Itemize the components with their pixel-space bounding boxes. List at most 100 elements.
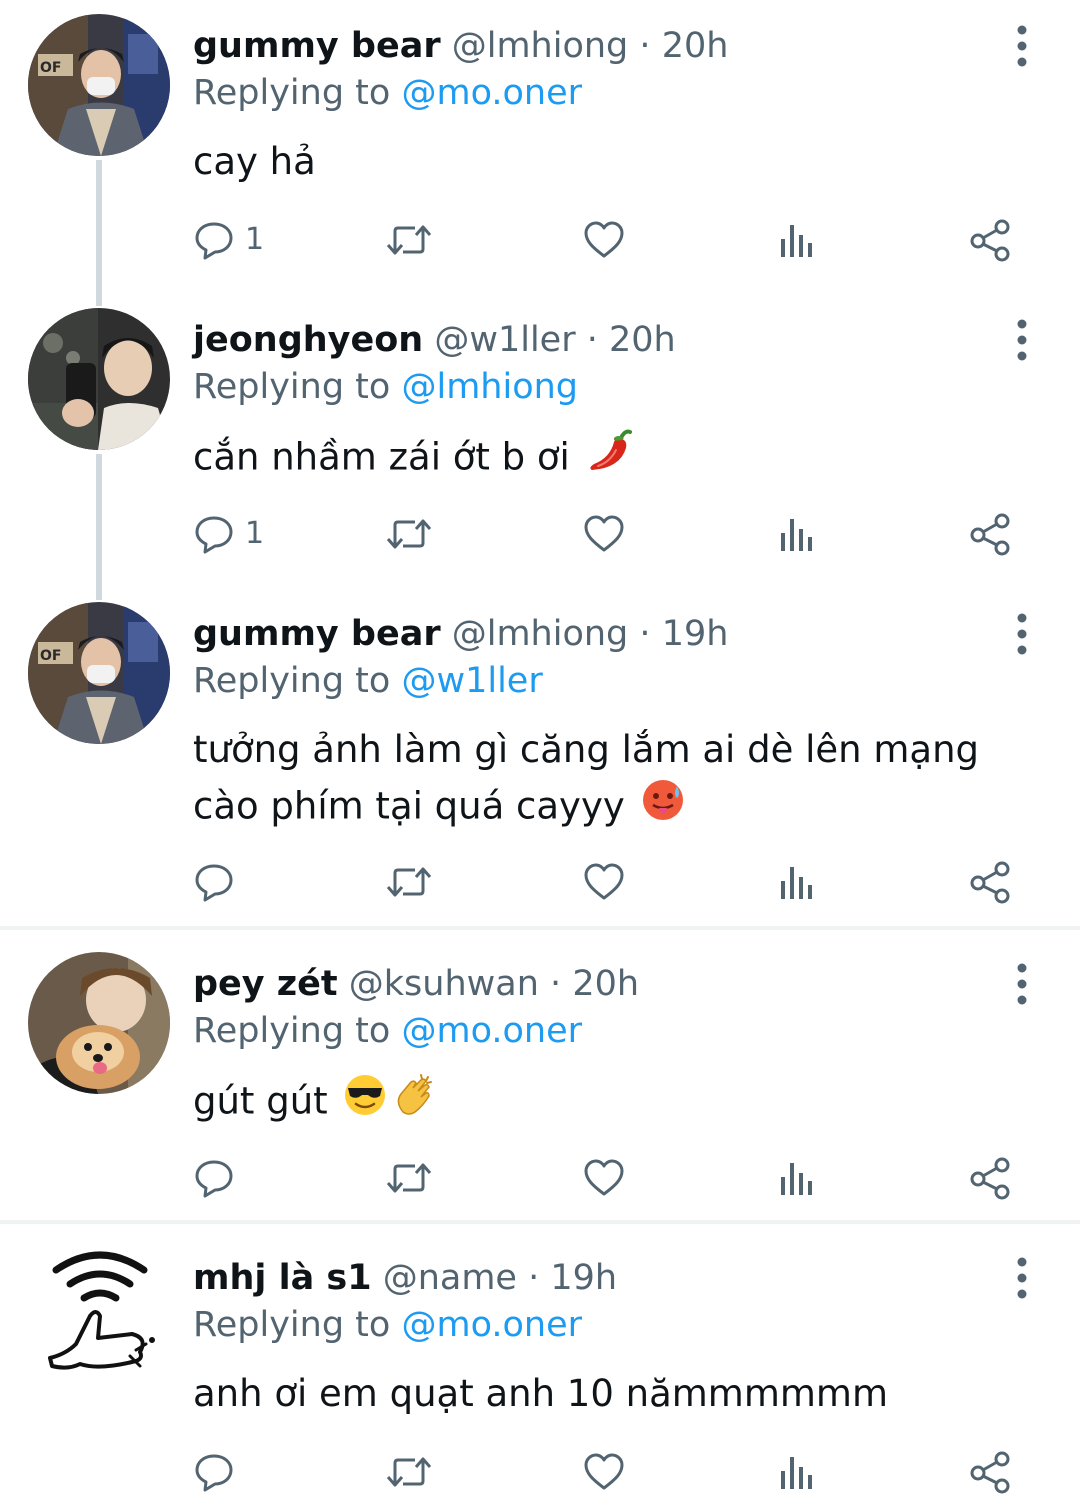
retweet-button[interactable] bbox=[385, 1148, 433, 1208]
heart-icon bbox=[582, 861, 626, 903]
share-button[interactable] bbox=[968, 852, 1014, 912]
views-button[interactable] bbox=[777, 852, 817, 912]
replying-to-label: Replying to bbox=[193, 367, 391, 407]
reply-count: 1 bbox=[245, 222, 265, 257]
timestamp[interactable]: 20h bbox=[662, 26, 729, 66]
like-button[interactable] bbox=[582, 504, 626, 564]
tweet[interactable]: OF gummy bear @lmhiong · 19h Replying to… bbox=[0, 588, 1080, 926]
timestamp[interactable]: 19h bbox=[550, 1258, 617, 1298]
like-button[interactable] bbox=[582, 852, 626, 912]
retweet-button[interactable] bbox=[385, 504, 433, 564]
reply-button[interactable] bbox=[193, 1148, 245, 1208]
avatar[interactable]: OF bbox=[28, 14, 170, 156]
separator-dot: · bbox=[639, 26, 651, 66]
views-icon bbox=[777, 513, 817, 555]
mention-link[interactable]: @w1ller bbox=[401, 661, 542, 701]
retweet-button[interactable] bbox=[385, 210, 433, 270]
tweet-text: tưởng ảnh làm gì căng lắm ai dè lên mạng… bbox=[193, 722, 1023, 838]
reply-button[interactable] bbox=[193, 852, 245, 912]
tweet[interactable]: jeonghyeon @w1ller · 20h Replying to @lm… bbox=[0, 294, 1080, 588]
tweet-header: gummy bear @lmhiong · 20h bbox=[193, 24, 728, 68]
display-name[interactable]: gummy bear bbox=[193, 614, 441, 654]
views-icon bbox=[777, 861, 817, 903]
timestamp[interactable]: 20h bbox=[572, 964, 639, 1004]
separator-dot: · bbox=[528, 1258, 540, 1298]
tweet-text-content: tưởng ảnh làm gì căng lắm ai dè lên mạng… bbox=[193, 728, 980, 828]
user-handle[interactable]: @lmhiong bbox=[452, 26, 629, 66]
views-button[interactable] bbox=[777, 1442, 817, 1502]
user-handle[interactable]: @ksuhwan bbox=[349, 964, 539, 1004]
share-button[interactable] bbox=[968, 1148, 1014, 1208]
hot-pepper-emoji bbox=[586, 428, 632, 490]
tweet-text-content: cay hả bbox=[193, 140, 316, 183]
views-button[interactable] bbox=[777, 504, 817, 564]
replying-to-label: Replying to bbox=[193, 73, 391, 113]
separator-dot: · bbox=[550, 964, 562, 1004]
tweet[interactable]: mhj là s1 @name · 19h Replying to @mo.on… bbox=[0, 1232, 1080, 1511]
tweet-actions bbox=[0, 852, 1080, 912]
more-icon[interactable] bbox=[1006, 316, 1038, 364]
more-icon[interactable] bbox=[1006, 610, 1038, 658]
separator-dot: · bbox=[586, 320, 598, 360]
more-icon[interactable] bbox=[1006, 1254, 1038, 1302]
display-name[interactable]: mhj là s1 bbox=[193, 1258, 372, 1298]
replying-to: Replying to @mo.oner bbox=[193, 71, 582, 115]
more-icon[interactable] bbox=[1006, 960, 1038, 1008]
reply-icon bbox=[193, 513, 235, 555]
replying-to: Replying to @mo.oner bbox=[193, 1303, 582, 1347]
mention-link[interactable]: @mo.oner bbox=[401, 1011, 582, 1051]
tweet-text: anh ơi em quạt anh 10 nămmmmmm bbox=[193, 1366, 1023, 1422]
avatar[interactable] bbox=[28, 1246, 170, 1388]
retweet-icon bbox=[385, 861, 433, 903]
tweet-header: jeonghyeon @w1ller · 20h bbox=[193, 318, 676, 362]
reply-button[interactable]: 1 bbox=[193, 210, 264, 270]
reply-button[interactable]: 1 bbox=[193, 504, 264, 564]
display-name[interactable]: jeonghyeon bbox=[193, 320, 423, 360]
heart-icon bbox=[582, 1451, 626, 1493]
tweet-text-content: gút gút bbox=[193, 1079, 328, 1123]
display-name[interactable]: gummy bear bbox=[193, 26, 441, 66]
tweet-text: cay hả bbox=[193, 134, 1023, 190]
mention-link[interactable]: @lmhiong bbox=[401, 367, 578, 407]
replying-to: Replying to @mo.oner bbox=[193, 1009, 582, 1053]
views-button[interactable] bbox=[777, 210, 817, 270]
like-button[interactable] bbox=[582, 1148, 626, 1208]
tweet[interactable]: pey zét @ksuhwan · 20h Replying to @mo.o… bbox=[0, 938, 1080, 1220]
share-icon bbox=[968, 218, 1014, 262]
replying-to-label: Replying to bbox=[193, 1011, 391, 1051]
reply-button[interactable] bbox=[193, 1442, 245, 1502]
timestamp[interactable]: 19h bbox=[662, 614, 729, 654]
avatar[interactable]: OF bbox=[28, 602, 170, 744]
user-handle[interactable]: @w1ller bbox=[434, 320, 575, 360]
like-button[interactable] bbox=[582, 1442, 626, 1502]
user-handle[interactable]: @lmhiong bbox=[452, 614, 629, 654]
mention-link[interactable]: @mo.oner bbox=[401, 1305, 582, 1345]
avatar[interactable] bbox=[28, 308, 170, 450]
retweet-icon bbox=[385, 1451, 433, 1493]
like-button[interactable] bbox=[582, 210, 626, 270]
more-icon[interactable] bbox=[1006, 22, 1038, 70]
timestamp[interactable]: 20h bbox=[609, 320, 676, 360]
mention-link[interactable]: @mo.oner bbox=[401, 73, 582, 113]
user-handle[interactable]: @name bbox=[383, 1258, 517, 1298]
replying-to-label: Replying to bbox=[193, 1305, 391, 1345]
avatar[interactable] bbox=[28, 952, 170, 1094]
svg-text:OF: OF bbox=[40, 648, 61, 664]
retweet-icon bbox=[385, 219, 433, 261]
display-name[interactable]: pey zét bbox=[193, 964, 338, 1004]
reply-count: 1 bbox=[245, 516, 265, 551]
views-button[interactable] bbox=[777, 1148, 817, 1208]
share-button[interactable] bbox=[968, 210, 1014, 270]
heart-icon bbox=[582, 513, 626, 555]
share-button[interactable] bbox=[968, 504, 1014, 564]
retweet-button[interactable] bbox=[385, 1442, 433, 1502]
retweet-button[interactable] bbox=[385, 852, 433, 912]
retweet-icon bbox=[385, 1157, 433, 1199]
clapping-hands-emoji bbox=[391, 1072, 437, 1134]
share-icon bbox=[968, 860, 1014, 904]
share-button[interactable] bbox=[968, 1442, 1014, 1502]
tweet[interactable]: OF gummy bear @lmhiong · 20h Replying to… bbox=[0, 0, 1080, 294]
tweet-divider bbox=[0, 1220, 1080, 1224]
tweet-header: gummy bear @lmhiong · 19h bbox=[193, 612, 728, 656]
share-icon bbox=[968, 1156, 1014, 1200]
